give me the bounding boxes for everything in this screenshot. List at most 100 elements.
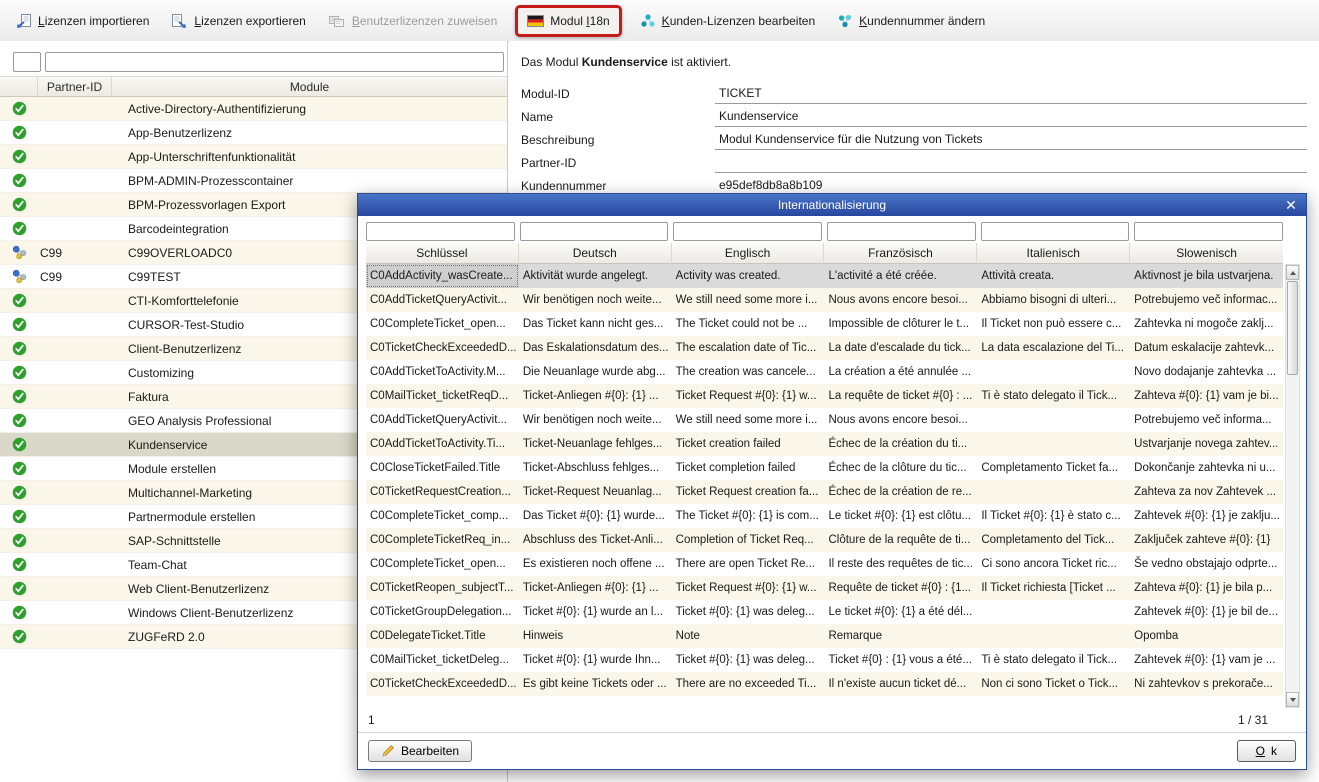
cell-key: C0AddTicketToActivity.Ti... (366, 432, 519, 456)
cell-italian (977, 600, 1130, 624)
dialog-statusbar: 1 1 / 31 (358, 708, 1306, 732)
edit-customer-licenses-icon (640, 13, 656, 29)
change-customer-number-button[interactable]: Kundennummer ändern (828, 7, 994, 35)
detail-field-value[interactable]: Modul Kundenservice für die Nutzung von … (715, 130, 1307, 150)
translation-row[interactable]: C0CompleteTicket_open... Das Ticket kann… (366, 312, 1283, 336)
cell-slovenian: Zahteva #{0}: {1} vam je bi... (1130, 384, 1283, 408)
vertical-scrollbar[interactable] (1285, 222, 1300, 708)
translation-row[interactable]: C0TicketRequestCreation... Ticket-Reques… (366, 480, 1283, 504)
module-row[interactable]: Active-Directory-Authentifizierung (0, 97, 507, 121)
edit-button[interactable]: Bearbeiten (368, 740, 472, 762)
ok-button[interactable]: Ok (1237, 740, 1296, 762)
translation-row[interactable]: C0MailTicket_ticketDeleg... Ticket #{0}:… (366, 648, 1283, 672)
cell-french: Nous avons encore besoi... (824, 288, 977, 312)
detail-field-value[interactable] (715, 153, 1307, 173)
active-check-icon (12, 125, 27, 140)
column-filter-input[interactable] (827, 222, 976, 241)
module-row[interactable]: App-Benutzerlizenz (0, 121, 507, 145)
edit-customer-licenses-button[interactable]: Kunden-Lizenzen bearbeiten (631, 7, 824, 35)
column-filter-input[interactable] (366, 222, 515, 241)
cell-italian: Il Ticket non può essere c... (977, 312, 1130, 336)
modul-i18n-button[interactable]: Modul I18n (518, 8, 618, 34)
scroll-track[interactable] (1286, 376, 1299, 692)
scroll-thumb[interactable] (1287, 281, 1298, 375)
active-check-icon (12, 509, 27, 524)
module-filter-input[interactable] (45, 52, 504, 72)
column-filter-input[interactable] (673, 222, 822, 241)
cell-italian: Il Ticket #{0}: {1} è stato c... (977, 504, 1130, 528)
translation-row[interactable]: C0DelegateTicket.Title Hinweis Note Rema… (366, 624, 1283, 648)
cell-german: Es existieren noch offene ... (519, 552, 672, 576)
translation-row[interactable]: C0AddTicketToActivity.Ti... Ticket-Neuan… (366, 432, 1283, 456)
scroll-down-button[interactable] (1286, 692, 1299, 707)
cell-key: C0DelegateTicket.Title (366, 624, 519, 648)
active-check-icon (12, 389, 27, 404)
column-header[interactable]: Deutsch (519, 243, 672, 264)
column-filter-input[interactable] (1134, 222, 1283, 241)
cell-english: There are open Ticket Re... (672, 552, 825, 576)
translation-row[interactable]: C0TicketReopen_subjectT... Ticket-Anlieg… (366, 576, 1283, 600)
cell-slovenian: Novo dodajanje zahtevka ... (1130, 360, 1283, 384)
translation-table: SchlüsselDeutschEnglischFranzösischItali… (366, 222, 1300, 708)
cell-english: The escalation date of Tic... (672, 336, 825, 360)
translation-row[interactable]: C0AddTicketQueryActivit... Wir benötigen… (366, 288, 1283, 312)
triangle-down-icon (1290, 698, 1296, 702)
partner-id-filter-input[interactable] (13, 52, 41, 72)
import-licenses-button[interactable]: Lizenzen importieren (6, 7, 158, 35)
active-check-icon (12, 341, 27, 356)
cell-german: Ticket #{0}: {1} wurde Ihn... (519, 648, 672, 672)
translation-row[interactable]: C0TicketCheckExceededD... Es gibt keine … (366, 672, 1283, 696)
active-check-icon (12, 557, 27, 572)
cell-english: Note (672, 624, 825, 648)
cell-italian (977, 432, 1130, 456)
translation-row[interactable]: C0AddActivity_wasCreate... Aktivität wur… (366, 264, 1283, 288)
active-check-icon (12, 413, 27, 428)
dialog-titlebar[interactable]: Internationalisierung ✕ (358, 194, 1306, 216)
detail-field-value[interactable]: TICKET (715, 84, 1307, 104)
column-header[interactable]: Französisch (824, 243, 977, 264)
translation-row[interactable]: C0CompleteTicket_comp... Das Ticket #{0}… (366, 504, 1283, 528)
cell-french: La date d'escalade du tick... (824, 336, 977, 360)
column-filter-input[interactable] (520, 222, 669, 241)
edit-button-label: Bearbeiten (401, 744, 459, 758)
scroll-up-button[interactable] (1286, 265, 1299, 280)
cell-french: Ticket #{0} : {1} vous a été... (824, 648, 977, 672)
column-header[interactable]: Englisch (672, 243, 825, 264)
cell-slovenian: Datum eskalacije zahtevk... (1130, 336, 1283, 360)
module-partner-id: C99 (38, 246, 112, 260)
cell-german: Ticket-Anliegen #{0}: {1} ... (519, 384, 672, 408)
internationalization-dialog: Internationalisierung ✕ SchlüsselDeutsch… (357, 193, 1307, 770)
cell-slovenian: Zaključek zahteve #{0}: {1} (1130, 528, 1283, 552)
cell-french: Échec de la clôture du tic... (824, 456, 977, 480)
cell-english: We still need some more i... (672, 408, 825, 432)
cell-key: C0CompleteTicket_comp... (366, 504, 519, 528)
translation-row[interactable]: C0CompleteTicket_open... Es existieren n… (366, 552, 1283, 576)
export-licenses-button[interactable]: Lizenzen exportieren (162, 7, 314, 35)
translation-row[interactable]: C0MailTicket_ticketReqD... Ticket-Anlieg… (366, 384, 1283, 408)
cell-german: Abschluss des Ticket-Anli... (519, 528, 672, 552)
cell-french: Clôture de la requête de ti... (824, 528, 977, 552)
module-row[interactable]: BPM-ADMIN-Prozesscontainer (0, 169, 507, 193)
translation-row[interactable]: C0TicketGroupDelegation... Ticket #{0}: … (366, 600, 1283, 624)
column-filter-input[interactable] (981, 222, 1130, 241)
translation-row[interactable]: C0AddTicketToActivity.M... Die Neuanlage… (366, 360, 1283, 384)
module-name: Active-Directory-Authentifizierung (112, 102, 507, 116)
translation-row[interactable]: C0CompleteTicketReq_in... Abschluss des … (366, 528, 1283, 552)
translation-row[interactable]: C0AddTicketQueryActivit... Wir benötigen… (366, 408, 1283, 432)
column-header[interactable]: Slowenisch (1130, 243, 1283, 264)
cell-english: Ticket completion failed (672, 456, 825, 480)
import-icon (15, 13, 32, 29)
cell-italian (977, 480, 1130, 504)
partner-id-column-header[interactable]: Partner-ID (38, 77, 112, 96)
status-column-header[interactable] (0, 77, 38, 96)
detail-field-value[interactable]: Kundenservice (715, 107, 1307, 127)
translation-row[interactable]: C0TicketCheckExceededD... Das Eskalation… (366, 336, 1283, 360)
column-header[interactable]: Italienisch (977, 243, 1130, 264)
column-header[interactable]: Schlüssel (366, 243, 519, 264)
cell-french: Échec de la création du ti... (824, 432, 977, 456)
module-row[interactable]: App-Unterschriftenfunktionalität (0, 145, 507, 169)
close-icon[interactable]: ✕ (1281, 195, 1301, 215)
module-column-header[interactable]: Module (112, 77, 507, 96)
translation-row[interactable]: C0CloseTicketFailed.Title Ticket-Abschlu… (366, 456, 1283, 480)
active-check-icon (12, 293, 27, 308)
